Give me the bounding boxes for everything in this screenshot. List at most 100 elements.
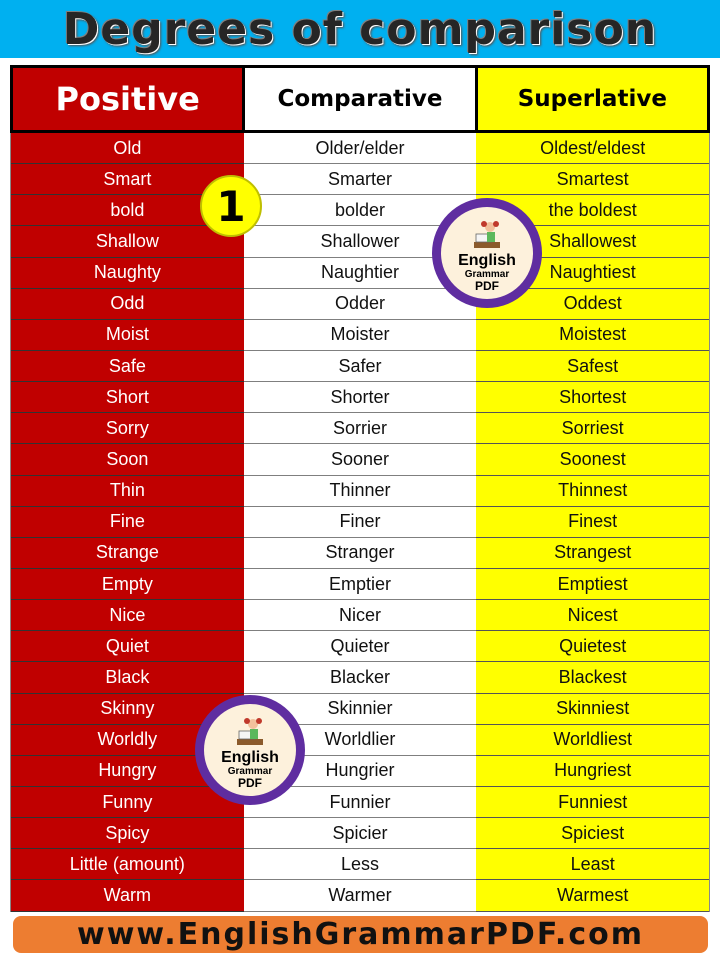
table-row: Shallow Shallower Shallowest <box>11 226 710 258</box>
table-row: Quiet Quieter Quietest <box>11 631 710 663</box>
table-row: Warm Warmer Warmest <box>11 880 710 912</box>
reading-girl-icon <box>474 221 500 248</box>
comparative-cell: Shorter <box>243 382 477 414</box>
positive-cell: Short <box>11 382 244 414</box>
superlative-cell: Oldest/eldest <box>476 133 710 165</box>
positive-cell: Spicy <box>11 818 244 850</box>
comparison-table: Positive Comparative Superlative Old Olde… <box>10 65 710 912</box>
comparative-cell: Older/elder <box>243 133 477 165</box>
logo-text-pdf: PDF <box>238 776 262 790</box>
superlative-cell: Warmest <box>476 880 710 912</box>
comparative-cell: Emptier <box>243 568 477 601</box>
superlative-cell: Funniest <box>476 786 710 819</box>
header-comparative: Comparative <box>242 68 475 130</box>
table-row: Hungry Hungrier Hungriest <box>11 755 710 787</box>
comparative-cell: Less <box>243 849 477 881</box>
positive-cell: Odd <box>11 288 244 320</box>
logo-text-english: English <box>458 252 516 269</box>
positive-cell: Warm <box>11 880 244 912</box>
table-row: Smart Smarter Smartest <box>11 164 710 196</box>
comparative-cell: Thinner <box>243 475 477 507</box>
superlative-cell: Smartest <box>476 164 710 196</box>
superlative-cell: Blackest <box>476 662 710 694</box>
superlative-cell: Quietest <box>476 631 710 663</box>
positive-cell: Old <box>11 133 244 165</box>
table-row: Black Blacker Blackest <box>11 662 710 694</box>
superlative-cell: Safest <box>476 350 710 383</box>
table-row: Worldly Worldlier Worldliest <box>11 724 710 756</box>
positive-cell: Quiet <box>11 631 244 663</box>
table-row: Soon Sooner Soonest <box>11 444 710 476</box>
comparative-cell: Blacker <box>243 662 477 694</box>
positive-cell: Strange <box>11 537 244 569</box>
positive-cell: Shallow <box>11 226 244 258</box>
reading-girl-icon <box>237 718 263 745</box>
positive-cell: Safe <box>11 350 244 383</box>
comparative-cell: Stranger <box>243 537 477 569</box>
table-row: Skinny Skinnier Skinniest <box>11 693 710 725</box>
positive-cell: Funny <box>11 786 244 819</box>
comparative-cell: Spicier <box>243 818 477 850</box>
superlative-cell: Nicest <box>476 600 710 632</box>
positive-cell: Nice <box>11 600 244 632</box>
positive-cell: Empty <box>11 568 244 601</box>
comparative-cell: Sorrier <box>243 413 477 445</box>
superlative-cell: Emptiest <box>476 568 710 601</box>
table-row: Spicy Spicier Spiciest <box>11 818 710 850</box>
table-row: Nice Nicer Nicest <box>11 600 710 632</box>
website-url: www.EnglishGrammarPDF.com <box>77 917 644 952</box>
table-row: Moist Moister Moistest <box>11 319 710 351</box>
superlative-cell: Strangest <box>476 537 710 569</box>
comparative-cell: Warmer <box>243 880 477 912</box>
comparative-cell: Safer <box>243 350 477 383</box>
table-row: Short Shorter Shortest <box>11 382 710 414</box>
table-header: Positive Comparative Superlative <box>10 65 710 133</box>
table-body: Old Older/elder Oldest/eldest Smart Smarter S… <box>10 133 710 912</box>
table-row: Old Older/elder Oldest/eldest <box>11 133 710 165</box>
superlative-cell: Shortest <box>476 382 710 414</box>
superlative-cell: Moistest <box>476 319 710 351</box>
comparative-cell: Smarter <box>243 164 477 196</box>
logo-text-pdf: PDF <box>475 279 499 293</box>
positive-cell: Little (amount) <box>11 849 244 881</box>
table-row: Sorry Sorrier Sorriest <box>11 413 710 445</box>
table-row: Funny Funnier Funniest <box>11 786 710 819</box>
superlative-cell: Sorriest <box>476 413 710 445</box>
table-row: Empty Emptier Emptiest <box>11 568 710 601</box>
comparative-cell: Sooner <box>243 444 477 476</box>
title-bar: Degrees of comparison <box>0 0 720 58</box>
positive-cell: Soon <box>11 444 244 476</box>
english-grammar-pdf-logo: English Grammar PDF <box>195 695 305 805</box>
table-row: bold bolder the boldest <box>11 195 710 227</box>
comparative-cell: Finer <box>243 506 477 538</box>
table-row: Little (amount) Less Least <box>11 849 710 881</box>
header-superlative: Superlative <box>474 68 707 130</box>
page-title: Degrees of comparison <box>62 3 658 55</box>
comparative-cell: Moister <box>243 319 477 351</box>
table-row: Strange Stranger Strangest <box>11 537 710 569</box>
logo-text-english: English <box>221 749 279 766</box>
comparative-cell: Odder <box>243 288 477 320</box>
superlative-cell: Hungriest <box>476 755 710 787</box>
table-row: Safe Safer Safest <box>11 350 710 383</box>
header-positive: Positive <box>13 68 243 130</box>
superlative-cell: Spiciest <box>476 818 710 850</box>
superlative-cell: Skinniest <box>476 693 710 725</box>
comparative-cell: Nicer <box>243 600 477 632</box>
table-row: Naughty Naughtier Naughtiest <box>11 257 710 289</box>
superlative-cell: Soonest <box>476 444 710 476</box>
page-number-badge: 1 <box>200 175 262 237</box>
website-footer: www.EnglishGrammarPDF.com <box>13 916 708 953</box>
positive-cell: Moist <box>11 319 244 351</box>
table-row: Thin Thinner Thinnest <box>11 475 710 507</box>
positive-cell: Naughty <box>11 257 244 289</box>
superlative-cell: Thinnest <box>476 475 710 507</box>
superlative-cell: Finest <box>476 506 710 538</box>
positive-cell: Fine <box>11 506 244 538</box>
comparative-cell: Quieter <box>243 631 477 663</box>
table-row: Fine Finer Finest <box>11 506 710 538</box>
superlative-cell: Worldliest <box>476 724 710 756</box>
positive-cell: Thin <box>11 475 244 507</box>
positive-cell: Sorry <box>11 413 244 445</box>
positive-cell: Black <box>11 662 244 694</box>
